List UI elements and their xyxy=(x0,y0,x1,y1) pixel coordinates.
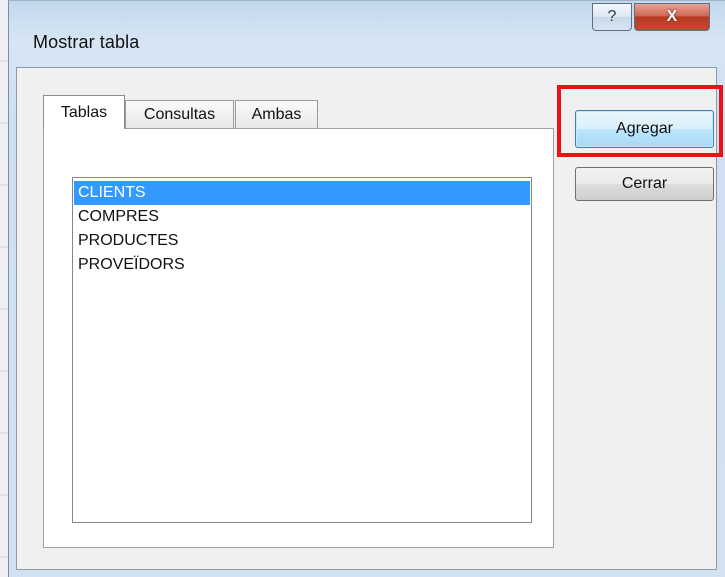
show-table-dialog: Mostrar tabla ? X Tablas Consultas Ambas… xyxy=(8,0,725,577)
list-item-productes[interactable]: PRODUCTES xyxy=(74,229,530,253)
tab-tablas[interactable]: Tablas xyxy=(43,95,125,129)
dialog-title: Mostrar tabla xyxy=(33,32,140,52)
table-listbox[interactable]: CLIENTS COMPRES PRODUCTES PROVEÏDORS xyxy=(72,177,532,523)
list-item-proveidors[interactable]: PROVEÏDORS xyxy=(74,253,530,277)
close-button[interactable]: Cerrar xyxy=(575,167,714,201)
list-item-clients[interactable]: CLIENTS xyxy=(74,181,530,205)
close-icon: X xyxy=(666,8,678,25)
list-item-compres[interactable]: COMPRES xyxy=(74,205,530,229)
help-icon: ? xyxy=(607,8,617,25)
tab-consultas[interactable]: Consultas xyxy=(125,100,234,128)
help-button[interactable]: ? xyxy=(592,3,632,31)
close-window-button[interactable]: X xyxy=(634,3,710,31)
tab-panel-tablas: CLIENTS COMPRES PRODUCTES PROVEÏDORS xyxy=(43,128,554,548)
tab-ambas[interactable]: Ambas xyxy=(235,100,318,128)
highlight-annotation xyxy=(557,85,723,157)
